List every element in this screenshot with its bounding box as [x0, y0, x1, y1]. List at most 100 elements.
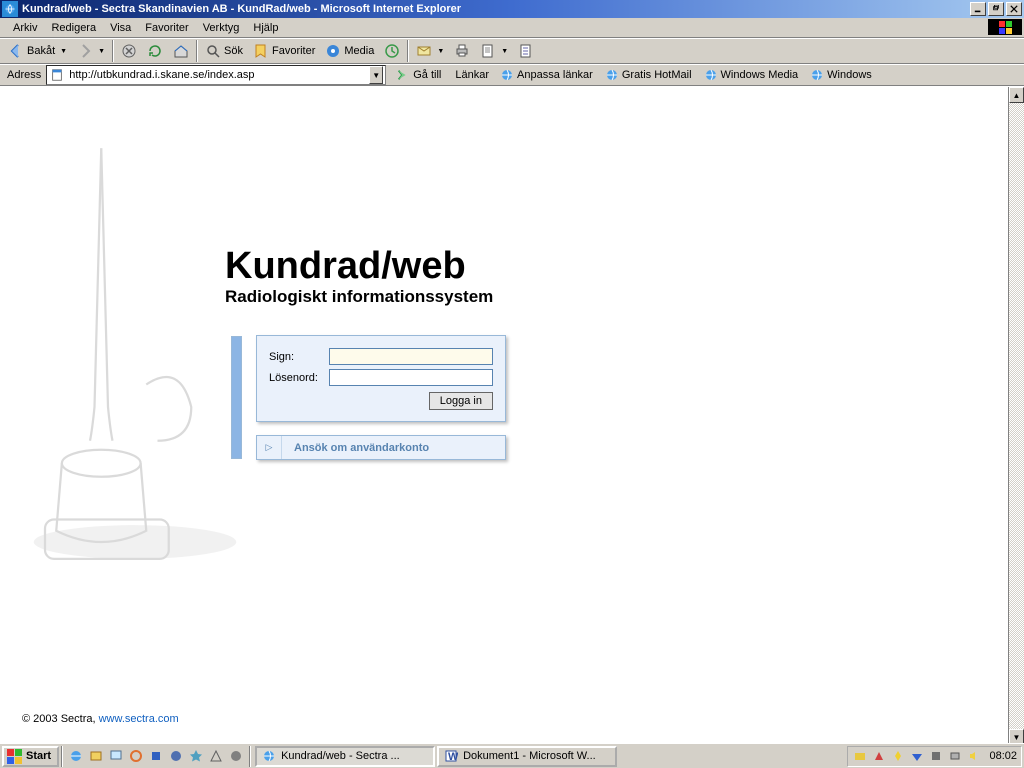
taskbar: Start Kundrad/web - Sectra ... W Dokumen… — [0, 743, 1024, 768]
menu-file[interactable]: Arkiv — [6, 20, 44, 36]
password-label: Lösenord: — [269, 372, 329, 384]
menu-tools[interactable]: Verktyg — [196, 20, 247, 36]
go-button[interactable]: Gå till — [390, 68, 447, 82]
window-close-button[interactable] — [1006, 2, 1022, 16]
side-accent-bar — [231, 336, 242, 459]
menubar: Arkiv Redigera Visa Favoriter Verktyg Hj… — [0, 18, 1024, 38]
app-quick-icon[interactable] — [167, 747, 185, 765]
separator — [249, 746, 251, 767]
menu-edit[interactable]: Redigera — [44, 20, 103, 36]
ie-icon — [2, 1, 18, 17]
page-title: Kundrad/web — [225, 245, 466, 288]
apply-account-link[interactable]: ▷ Ansök om användarkonto — [256, 435, 506, 460]
link-windows[interactable]: Windows — [805, 68, 877, 82]
chevron-down-icon: ▼ — [98, 48, 105, 55]
menu-favorites[interactable]: Favoriter — [138, 20, 195, 36]
scroll-up-button[interactable]: ▲ — [1009, 87, 1024, 103]
tray-icon[interactable] — [947, 748, 963, 764]
link-windows-media[interactable]: Windows Media — [699, 68, 804, 82]
separator — [61, 746, 63, 767]
apply-account-label: Ansök om användarkonto — [282, 442, 505, 454]
mail-button[interactable]: ▼ — [412, 40, 448, 62]
vertical-scrollbar[interactable]: ▲ ▼ — [1008, 87, 1024, 745]
back-label: Bakåt — [27, 45, 55, 57]
password-input[interactable] — [329, 369, 493, 386]
window-minimize-button[interactable] — [970, 2, 986, 16]
window-restore-button[interactable] — [988, 2, 1004, 16]
menu-view[interactable]: Visa — [103, 20, 138, 36]
tray-icon[interactable] — [871, 748, 887, 764]
back-button[interactable]: Bakåt ▼ — [4, 40, 71, 62]
app-quick-icon[interactable] — [127, 747, 145, 765]
sectra-link[interactable]: www.sectra.com — [99, 713, 179, 725]
app-quick-icon[interactable] — [187, 747, 205, 765]
chevron-down-icon: ▼ — [501, 48, 508, 55]
quick-launch — [65, 747, 247, 765]
tray-icon[interactable] — [890, 748, 906, 764]
link-hotmail[interactable]: Gratis HotMail — [600, 68, 697, 82]
forward-button[interactable]: ▼ — [73, 40, 109, 62]
print-button[interactable] — [450, 40, 474, 62]
inkwell-illustration — [10, 137, 260, 587]
address-combobox[interactable]: ▼ — [46, 65, 386, 85]
system-tray: 08:02 — [847, 746, 1022, 767]
chevron-down-icon: ▼ — [437, 48, 444, 55]
favorites-label: Favoriter — [272, 45, 315, 57]
separator — [112, 40, 114, 62]
tray-volume-icon[interactable] — [966, 748, 982, 764]
word-icon: W — [443, 748, 459, 764]
sign-label: Sign: — [269, 351, 329, 363]
stop-button[interactable] — [117, 40, 141, 62]
app-quick-icon[interactable] — [227, 747, 245, 765]
app-quick-icon[interactable] — [147, 747, 165, 765]
address-dropdown-button[interactable]: ▼ — [369, 66, 383, 84]
media-button[interactable]: Media — [321, 40, 378, 62]
scroll-track[interactable] — [1009, 103, 1024, 729]
tray-icon[interactable] — [852, 748, 868, 764]
ie-quick-icon[interactable] — [67, 747, 85, 765]
toolbar: Bakåt ▼ ▼ Sök Favoriter Media ▼ ▼ — [0, 38, 1024, 64]
address-label: Adress — [2, 69, 46, 81]
page-subtitle: Radiologiskt informationssystem — [225, 287, 493, 307]
login-button[interactable]: Logga in — [429, 392, 493, 410]
favorites-button[interactable]: Favoriter — [249, 40, 319, 62]
links-bar: Länkar Anpassa länkar Gratis HotMail Win… — [451, 68, 876, 82]
app-quick-icon[interactable] — [207, 747, 225, 765]
chevron-down-icon: ▼ — [60, 48, 67, 55]
history-button[interactable] — [380, 40, 404, 62]
copyright: © 2003 Sectra, www.sectra.com — [22, 711, 179, 725]
start-button[interactable]: Start — [2, 746, 59, 767]
desktop-quick-icon[interactable] — [107, 747, 125, 765]
tray-icon[interactable] — [909, 748, 925, 764]
links-label: Länkar — [451, 69, 493, 81]
taskbar-app-word[interactable]: W Dokument1 - Microsoft W... — [437, 746, 617, 767]
page-icon — [49, 67, 65, 83]
address-bar: Adress ▼ Gå till Länkar Anpassa länkar G… — [0, 64, 1024, 86]
search-button[interactable]: Sök — [201, 40, 247, 62]
outlook-quick-icon[interactable] — [87, 747, 105, 765]
browser-viewport: Kundrad/web Radiologiskt informationssys… — [0, 86, 1024, 745]
sign-input[interactable] — [329, 348, 493, 365]
go-label: Gå till — [413, 69, 441, 81]
login-panel: Sign: Lösenord: Logga in — [256, 335, 506, 422]
edit-button[interactable]: ▼ — [476, 40, 512, 62]
ie-throbber-icon — [988, 19, 1022, 35]
ie-icon — [261, 748, 277, 764]
home-button[interactable] — [169, 40, 193, 62]
tray-icon[interactable] — [928, 748, 944, 764]
separator — [407, 40, 409, 62]
menu-help[interactable]: Hjälp — [246, 20, 285, 36]
media-label: Media — [344, 45, 374, 57]
separator — [196, 40, 198, 62]
refresh-button[interactable] — [143, 40, 167, 62]
taskbar-clock[interactable]: 08:02 — [985, 750, 1017, 762]
taskbar-app-ie[interactable]: Kundrad/web - Sectra ... — [255, 746, 435, 767]
search-label: Sök — [224, 45, 243, 57]
discuss-button[interactable] — [514, 40, 538, 62]
window-title: Kundrad/web - Sectra Skandinavien AB - K… — [22, 3, 970, 15]
address-input[interactable] — [65, 69, 369, 81]
link-customize[interactable]: Anpassa länkar — [495, 68, 598, 82]
triangle-right-icon: ▷ — [257, 436, 282, 459]
window-titlebar: Kundrad/web - Sectra Skandinavien AB - K… — [0, 0, 1024, 18]
windows-logo-icon — [7, 749, 22, 764]
